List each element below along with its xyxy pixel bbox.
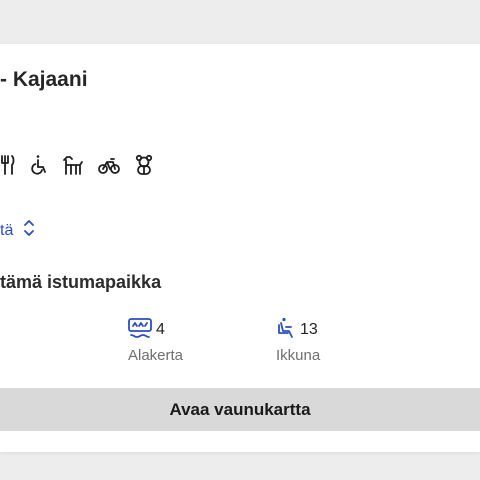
playroom-icon	[134, 154, 154, 176]
restaurant-icon	[0, 154, 16, 176]
wheelchair-icon	[30, 154, 48, 176]
pet-icon	[62, 154, 84, 176]
deck-label: Alakerta	[128, 347, 184, 364]
route-title: - Kajaani	[0, 68, 88, 91]
deck-info: 4 Alakerta	[128, 317, 184, 364]
deck-number: 4	[156, 321, 165, 338]
service-icons	[0, 152, 154, 178]
show-more-toggle[interactable]: tä	[0, 218, 35, 243]
seat-label: Ikkuna	[276, 347, 321, 364]
seat-section-heading: tämä istumapaikka	[0, 272, 162, 292]
bicycle-icon	[98, 154, 120, 176]
seat-info: 13 Ikkuna	[276, 317, 321, 364]
open-car-map-button[interactable]: Avaa vaunukartta	[0, 388, 480, 431]
seat-number: 13	[300, 321, 318, 338]
window-seat-icon	[276, 317, 296, 344]
lower-deck-icon	[128, 317, 152, 344]
toggle-label: tä	[0, 221, 14, 239]
chevron-up-down-icon	[23, 218, 35, 243]
